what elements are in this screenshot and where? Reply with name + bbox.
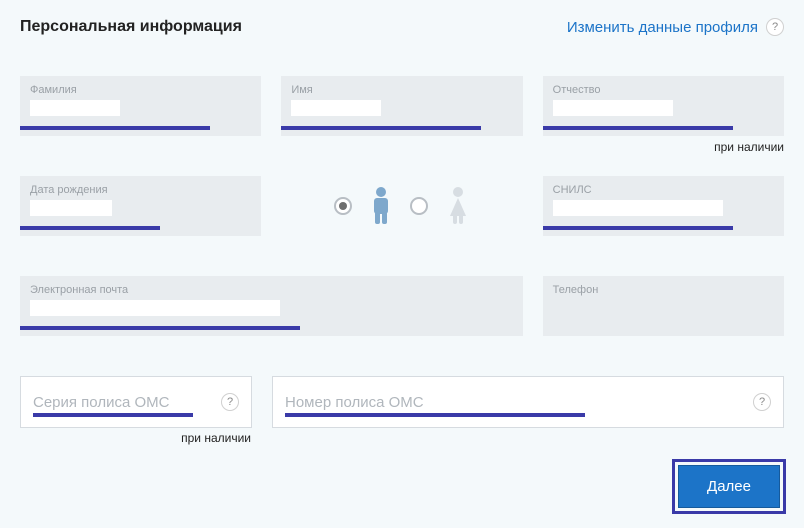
patronymic-value [553,98,774,136]
patronymic-label: Отчество [553,84,774,96]
mask [291,100,381,116]
phone-field[interactable]: Телефон [543,276,784,336]
surname-field[interactable]: Фамилия [20,76,261,136]
help-icon[interactable]: ? [753,393,771,411]
oms-number-placeholder: Номер полиса ОМС [285,394,424,411]
birthdate-label: Дата рождения [30,184,251,196]
next-button[interactable]: Далее [678,465,780,508]
snils-label: СНИЛС [553,184,774,196]
help-icon[interactable]: ? [221,393,239,411]
oms-row: Серия полиса ОМС ? при наличии Номер пол… [20,376,784,428]
oms-series-field[interactable]: Серия полиса ОМС ? при наличии [20,376,252,428]
birthdate-field[interactable]: Дата рождения [20,176,261,236]
email-label: Электронная почта [30,284,513,296]
gender-selector [281,176,522,236]
underline [543,126,733,130]
help-icon[interactable]: ? [766,18,784,36]
next-button-highlight: Далее [672,459,786,514]
gender-male-radio[interactable] [334,197,352,215]
oms-series-hint: при наличии [181,431,251,445]
header: Персональная информация Изменить данные … [20,18,784,36]
underline [20,226,160,230]
mask [553,100,673,116]
patronymic-hint: при наличии [714,140,784,154]
surname-label: Фамилия [30,84,251,96]
form-grid: Фамилия Имя Отчество при наличии Дата ро… [20,76,784,336]
mask [30,300,280,316]
email-field[interactable]: Электронная почта [20,276,523,336]
female-icon [446,186,470,226]
underline [281,126,481,130]
mask [553,200,723,216]
edit-link-wrap: Изменить данные профиля ? [567,18,784,36]
oms-series-placeholder: Серия полиса ОМС [33,394,169,411]
snils-value [553,198,774,236]
underline [20,126,210,130]
edit-profile-link[interactable]: Изменить данные профиля [567,19,758,36]
mask [30,100,120,116]
phone-value [553,298,774,336]
phone-label: Телефон [553,284,774,296]
underline [285,413,585,417]
male-icon [370,186,392,226]
oms-number-field[interactable]: Номер полиса ОМС ? [272,376,784,428]
underline [543,226,733,230]
snils-field[interactable]: СНИЛС [543,176,784,236]
name-label: Имя [291,84,512,96]
email-value [30,298,513,336]
underline [20,326,300,330]
patronymic-field[interactable]: Отчество при наличии [543,76,784,136]
name-value [291,98,512,136]
page-title: Персональная информация [20,18,242,36]
underline [33,413,193,417]
surname-value [30,98,251,136]
mask [30,200,112,216]
name-field[interactable]: Имя [281,76,522,136]
gender-female-radio[interactable] [410,197,428,215]
birthdate-value [30,198,251,236]
